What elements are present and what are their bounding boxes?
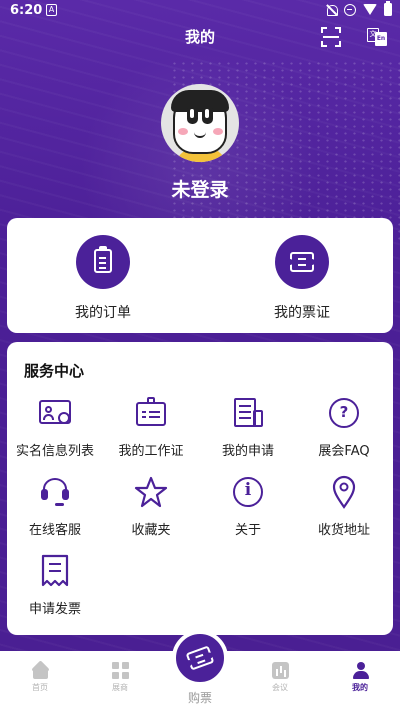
quick-actions-card: 我的订单 我的票证 <box>7 218 393 333</box>
app-notification-icon: A <box>46 4 57 16</box>
work-badge-button[interactable]: 我的工作证 <box>103 396 199 459</box>
invoice-request-button[interactable]: 申请发票 <box>7 554 103 617</box>
buy-ticket-button[interactable] <box>172 630 228 686</box>
ticket-icon <box>185 645 215 671</box>
headset-icon <box>38 475 72 509</box>
wifi-icon <box>363 4 377 15</box>
tab-conference[interactable]: 会议 <box>240 662 320 693</box>
tab-home[interactable]: 首页 <box>0 660 80 693</box>
about-button[interactable]: i 关于 <box>200 475 296 538</box>
person-icon <box>352 662 369 679</box>
my-applications-button[interactable]: 我的申请 <box>200 396 296 459</box>
service-center-title: 服务中心 <box>24 362 85 380</box>
faq-button[interactable]: ? 展会FAQ <box>296 396 392 459</box>
document-icon <box>231 396 265 430</box>
status-time: 6:20 <box>10 3 43 18</box>
do-not-disturb-icon <box>344 3 356 16</box>
question-icon: ? <box>327 396 361 430</box>
battery-icon <box>384 1 392 16</box>
ticket-icon <box>287 252 314 272</box>
status-bar: 6:20 A <box>0 0 400 22</box>
home-icon <box>30 660 50 679</box>
my-tickets-button[interactable]: 我的票证 <box>237 235 367 322</box>
favorites-button[interactable]: 收藏夹 <box>103 475 199 538</box>
login-status-text[interactable]: 未登录 <box>0 175 400 202</box>
service-center-card: 服务中心 实名信息列表 我的工作证 我的申请 ? 展会FAQ 在线客服 收藏夹 … <box>7 342 393 635</box>
invoice-icon <box>38 554 72 588</box>
shipping-address-button[interactable]: 收货地址 <box>296 475 392 538</box>
translate-icon[interactable]: 文 En <box>367 28 387 46</box>
avatar[interactable] <box>161 84 239 162</box>
tab-exhibitors[interactable]: 展商 <box>80 662 160 693</box>
my-tickets-label: 我的票证 <box>274 305 330 321</box>
info-icon: i <box>231 475 265 509</box>
buy-ticket-label: 购票 <box>187 691 212 705</box>
scan-icon[interactable] <box>321 27 341 47</box>
my-orders-label: 我的订单 <box>75 305 131 321</box>
chart-icon <box>271 662 289 679</box>
id-card-icon <box>38 396 72 430</box>
grid-icon <box>111 662 129 679</box>
tab-mine[interactable]: 我的 <box>320 662 400 693</box>
real-name-list-button[interactable]: 实名信息列表 <box>7 396 103 459</box>
clipboard-icon <box>94 246 112 273</box>
online-service-button[interactable]: 在线客服 <box>7 475 103 538</box>
notification-muted-icon <box>326 4 338 16</box>
location-icon <box>327 475 361 509</box>
badge-icon <box>134 396 168 430</box>
my-orders-button[interactable]: 我的订单 <box>38 235 168 322</box>
star-icon <box>134 475 168 509</box>
